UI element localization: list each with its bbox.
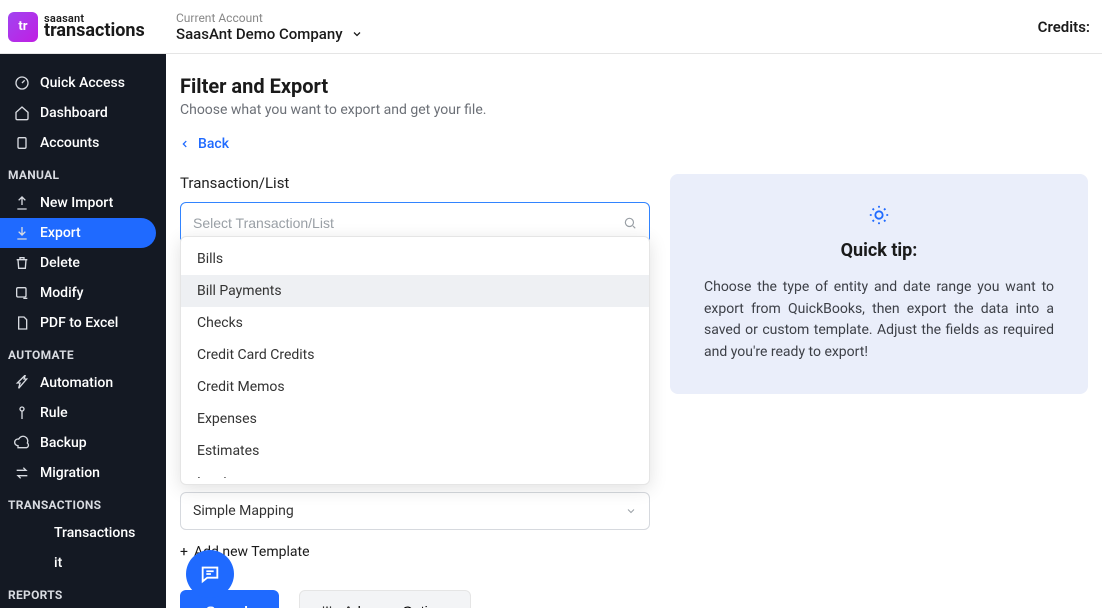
dropdown-scroll[interactable]: BillsBill PaymentsChecksCredit Card Cred… (181, 243, 649, 478)
quick-tip-title: Quick tip: (704, 240, 1054, 261)
sidebar-item-dashboard[interactable]: Dashboard (0, 98, 166, 128)
sidebar-item-label: PDF to Excel (40, 315, 118, 331)
advance-options-label: Advance Options (344, 603, 451, 608)
app-header: tr saasant transactions Current Account … (0, 0, 1102, 54)
logo[interactable]: tr saasant transactions (0, 12, 166, 42)
advance-options-button[interactable]: Advance Options (299, 590, 472, 608)
sidebar-item-backup[interactable]: Backup (0, 428, 166, 458)
account-switcher[interactable]: Current Account SaasAnt Demo Company (176, 11, 363, 43)
sidebar: Quick Access Dashboard Accounts MANUAL N… (0, 54, 166, 608)
mapping-select[interactable]: Simple Mapping (180, 492, 650, 530)
dropdown-option[interactable]: Checks (181, 307, 649, 339)
logo-text: saasant transactions (44, 13, 145, 40)
dropdown-option[interactable]: Expenses (181, 403, 649, 435)
sidebar-group-automate: AUTOMATE (0, 338, 166, 368)
dropdown-option[interactable]: Invoice (181, 467, 649, 478)
sidebar-item-label: Automation (40, 375, 113, 391)
dropdown-option[interactable]: Bill Payments (181, 275, 649, 307)
dropdown-option[interactable]: Estimates (181, 435, 649, 467)
swap-icon (14, 465, 30, 481)
dropdown-option[interactable]: Credit Card Credits (181, 339, 649, 371)
transaction-list-dropdown: BillsBill PaymentsChecksCredit Card Cred… (180, 236, 650, 485)
sidebar-item-label: Quick Access (40, 75, 125, 91)
edit-icon (14, 285, 30, 301)
page-title: Filter and Export (180, 74, 1088, 98)
sidebar-item-label: Modify (40, 285, 83, 301)
add-template-link[interactable]: + Add new Template (180, 544, 650, 560)
sidebar-item-edit[interactable]: it (0, 548, 166, 578)
account-name: SaasAnt Demo Company (176, 25, 343, 43)
trash-icon (14, 255, 30, 271)
cloud-icon (14, 435, 30, 451)
back-label: Back (198, 136, 229, 152)
home-icon (14, 105, 30, 121)
sidebar-item-quick-access[interactable]: Quick Access (0, 68, 166, 98)
chevron-down-icon (625, 505, 637, 517)
account-label: Current Account (176, 11, 363, 25)
sliders-icon (320, 604, 334, 608)
sidebar-item-delete[interactable]: Delete (0, 248, 166, 278)
gauge-icon (14, 75, 30, 91)
mapping-value: Simple Mapping (193, 503, 294, 519)
sidebar-item-label: Backup (40, 435, 87, 451)
sidebar-item-label: New Import (40, 195, 113, 211)
sidebar-item-label: Dashboard (40, 105, 108, 121)
credits-label: Credits: (1038, 18, 1090, 36)
sidebar-item-label: Export (40, 225, 81, 241)
rule-icon (14, 405, 30, 421)
sidebar-item-automation[interactable]: Automation (0, 368, 166, 398)
plus-icon: + (180, 544, 188, 560)
chat-icon (199, 563, 221, 585)
logo-badge-icon: tr (8, 12, 38, 42)
sidebar-item-rule[interactable]: Rule (0, 398, 166, 428)
dropdown-option[interactable]: Credit Memos (181, 371, 649, 403)
quick-tip-text: Choose the type of entity and date range… (704, 277, 1054, 364)
page-subtitle: Choose what you want to export and get y… (180, 102, 1088, 118)
main-content: Filter and Export Choose what you want t… (166, 54, 1102, 608)
download-icon (14, 225, 30, 241)
upload-icon (14, 195, 30, 211)
chevron-down-icon (351, 28, 363, 40)
search-icon (623, 216, 637, 230)
sidebar-item-accounts[interactable]: Accounts (0, 128, 166, 158)
back-link[interactable]: Back (180, 136, 1088, 152)
sidebar-item-pdf-to-excel[interactable]: PDF to Excel (0, 308, 166, 338)
bolt-icon (14, 375, 30, 391)
sidebar-group-manual: MANUAL (0, 158, 166, 188)
sidebar-item-transactions[interactable]: Transactions (0, 518, 166, 548)
sidebar-item-new-import[interactable]: New Import (0, 188, 166, 218)
transaction-list-input[interactable] (193, 215, 623, 231)
sidebar-item-modify[interactable]: Modify (0, 278, 166, 308)
chevron-left-icon (180, 139, 190, 149)
sidebar-group-reports: REPORTS (0, 578, 166, 608)
sidebar-item-migration[interactable]: Migration (0, 458, 166, 488)
logo-brand-bot: transactions (44, 22, 145, 40)
dropdown-option[interactable]: Bills (181, 243, 649, 275)
quick-tip-card: Quick tip: Choose the type of entity and… (670, 174, 1088, 394)
transaction-list-label: Transaction/List (180, 174, 650, 192)
sidebar-item-label: Delete (40, 255, 80, 271)
sidebar-item-label: Accounts (40, 135, 99, 151)
file-icon (14, 315, 30, 331)
sidebar-item-label: Transactions (54, 525, 135, 541)
sidebar-item-label: Migration (40, 465, 100, 481)
sidebar-item-label: it (54, 555, 62, 571)
lightbulb-icon (704, 204, 1054, 226)
sidebar-group-transactions: TRANSACTIONS (0, 488, 166, 518)
sidebar-item-label: Rule (40, 405, 68, 421)
chat-fab[interactable] (186, 550, 234, 598)
sidebar-item-export[interactable]: Export (0, 218, 156, 248)
clipboard-icon (14, 135, 30, 151)
